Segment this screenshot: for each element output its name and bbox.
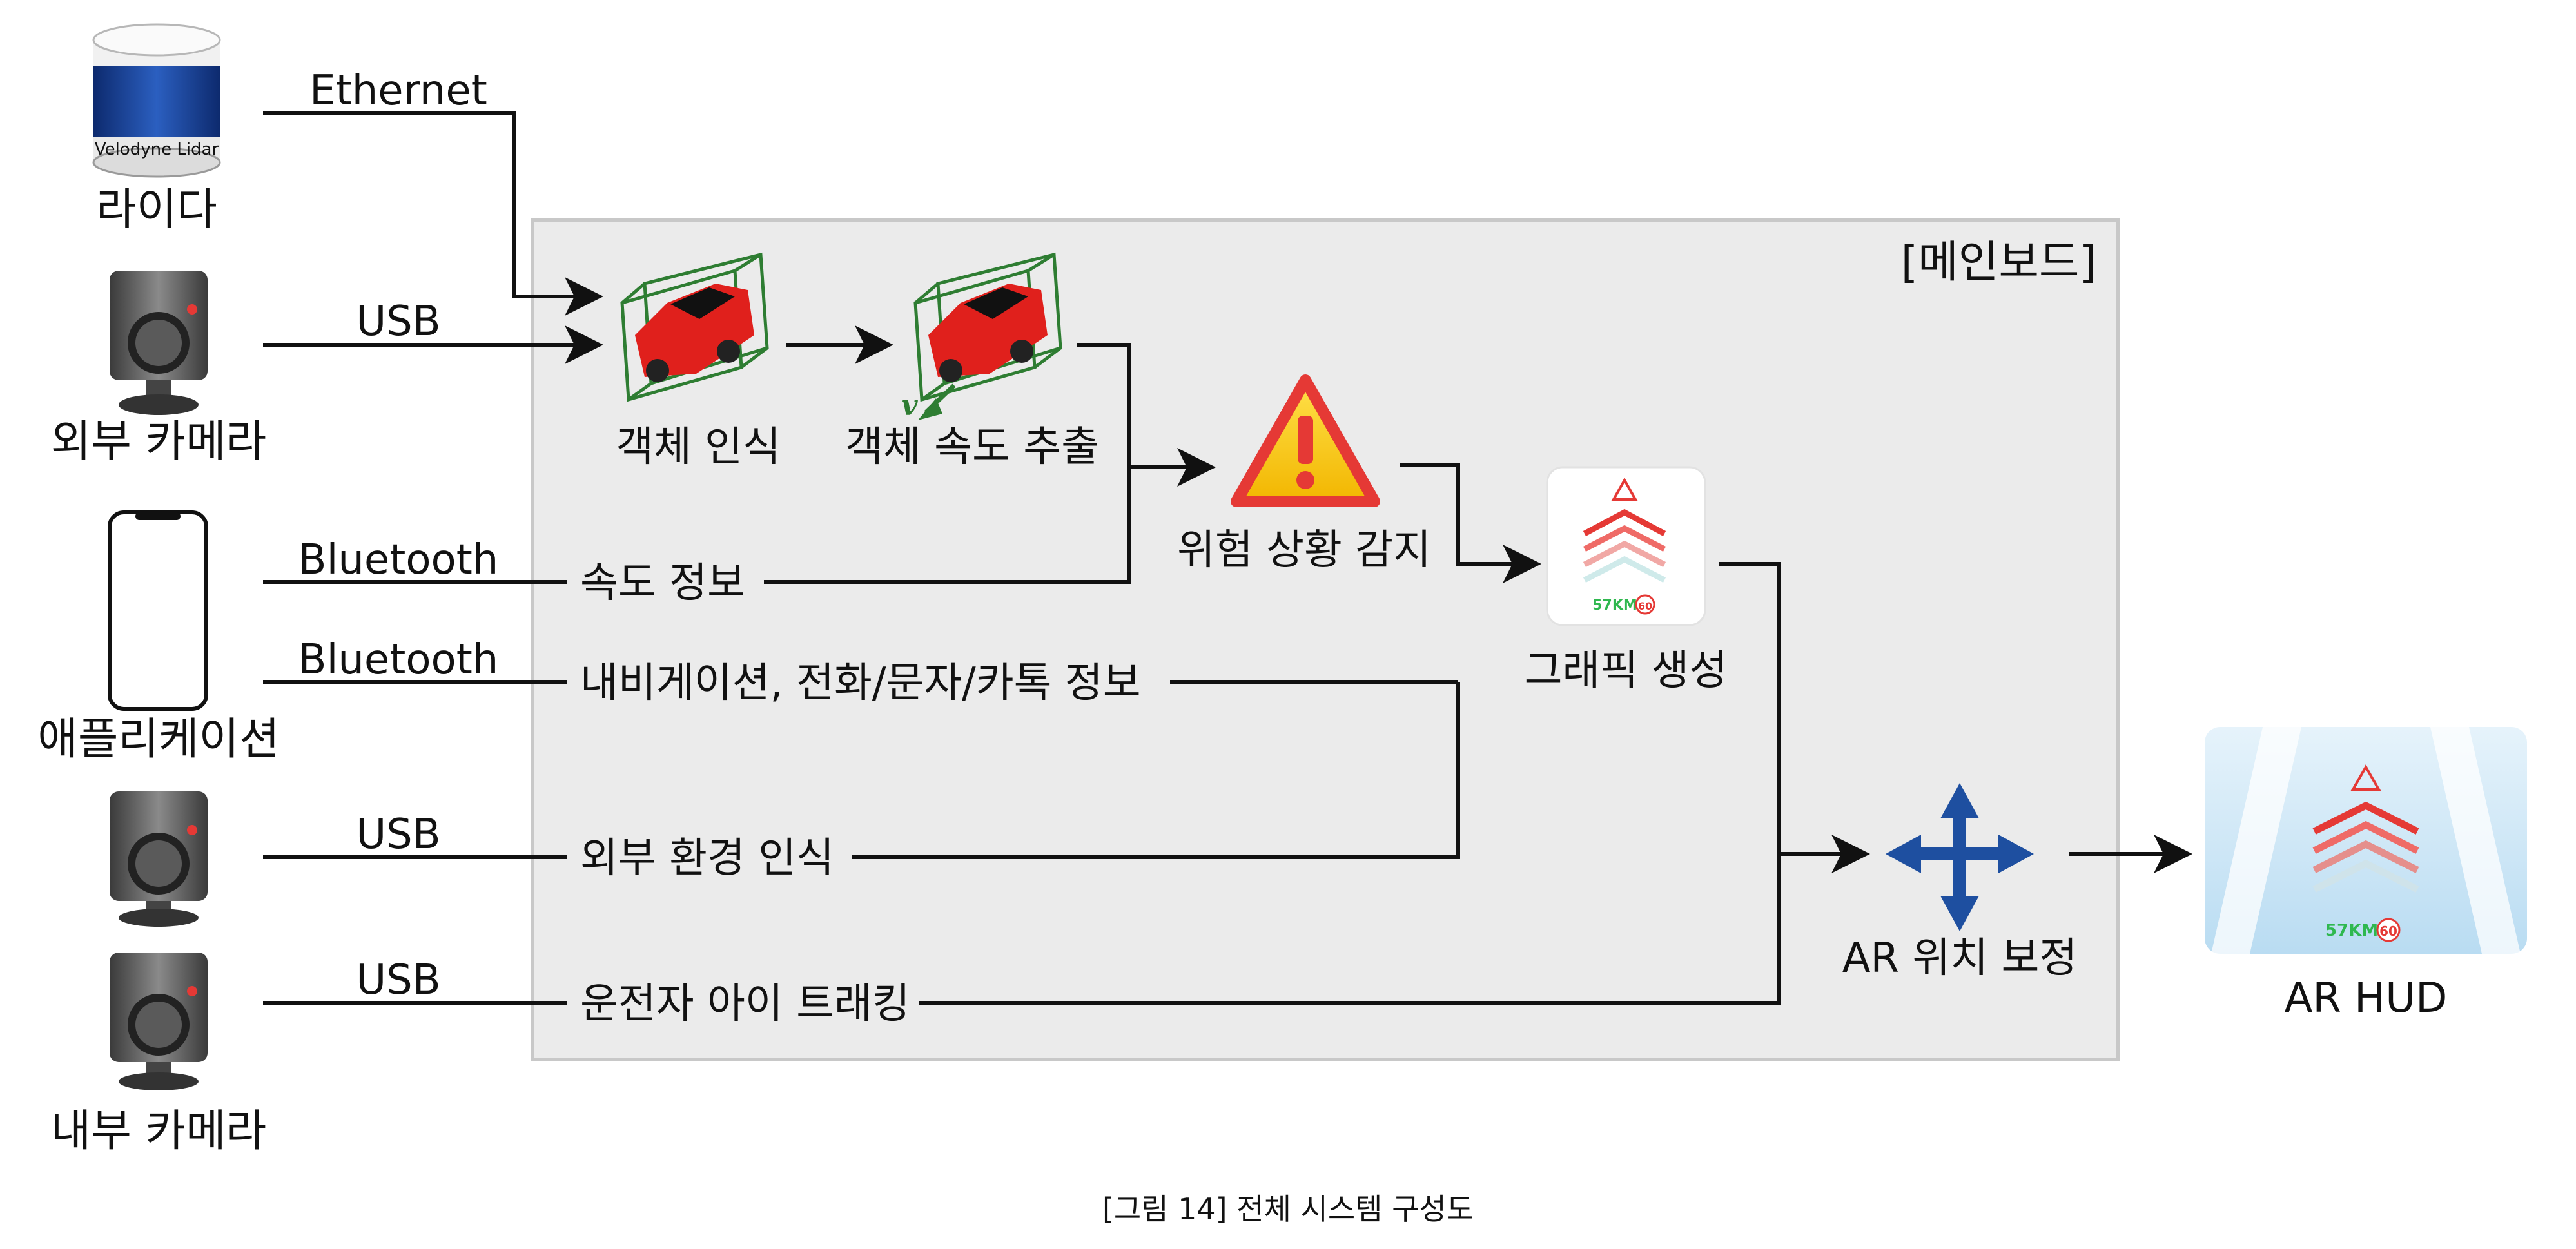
ethernet-label: Ethernet [309,67,487,115]
internal-camera-label: 내부 카메라 [51,1106,266,1157]
ar-correction-label: AR 위치 보정 [1842,934,2077,982]
internal-camera-icon [110,953,208,1090]
speed-extraction-label: 객체 속도 추출 [845,423,1099,471]
eye-track-label: 운전자 아이 트래킹 [580,980,910,1028]
speed-info-label: 속도 정보 [580,559,745,607]
hazard-label: 위험 상황 감지 [1177,527,1431,574]
env-recog-label: 외부 환경 인식 [580,835,834,882]
ar-hud-icon: 57KM 60 [2205,727,2527,954]
system-diagram: [메인보드] Ethernet USB Bluetooth Bluetooth … [37,23,2527,1226]
graphic-label: 그래픽 생성 [1525,647,1728,695]
graphic-limit-text: 60 [1638,600,1652,612]
nav-info-label: 내비게이션, 전화/문자/카톡 정보 [580,659,1141,707]
object-detection-label: 객체 인식 [616,423,781,471]
figure-caption: [그림 14] 전체 시스템 구성도 [1102,1192,1474,1226]
graphic-preview-icon: 57KM 60 [1546,466,1706,626]
app-label: 애플리케이션 [37,714,279,765]
usb-label-camera3: USB [356,811,440,858]
lidar-label: 라이다 [96,184,217,235]
lidar-brand-text: Velodyne Lidar [95,140,219,159]
camera-icon-env [110,791,208,927]
external-camera-icon [110,271,208,415]
velocity-symbol: v [901,389,918,422]
graphic-speed-text: 57KM [1592,597,1637,614]
ar-hud-label: AR HUD [2285,974,2448,1022]
lidar-icon: Velodyne Lidar [92,23,221,178]
mainboard-title: [메인보드] [1901,237,2096,288]
bluetooth-label-2: Bluetooth [298,636,499,684]
bluetooth-label-1: Bluetooth [298,536,499,584]
external-camera-label: 외부 카메라 [51,416,266,467]
smartphone-icon [108,510,208,711]
usb-label-ext-camera: USB [356,298,440,345]
usb-label-int-camera: USB [356,956,440,1004]
mainboard-panel [531,218,2120,1061]
hud-speed-text: 57KM [2325,921,2378,940]
hud-limit-text: 60 [2379,924,2397,939]
